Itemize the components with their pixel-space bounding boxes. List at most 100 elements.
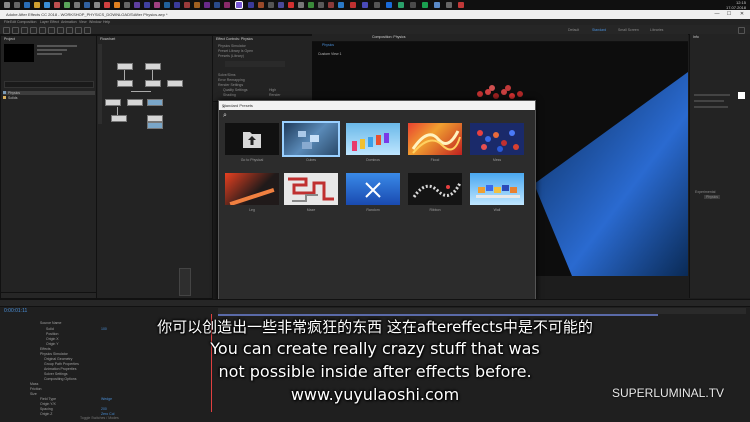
app-icon[interactable]: [44, 2, 50, 8]
task-view-icon[interactable]: [14, 2, 20, 8]
flowchart-node[interactable]: [147, 115, 163, 122]
list-item[interactable]: Physics: [3, 91, 95, 95]
app-icon[interactable]: [248, 2, 254, 8]
preset-thumbnail[interactable]: [225, 173, 279, 205]
app-icon[interactable]: [204, 2, 210, 8]
timeline-footer[interactable]: Toggle Switches / Modes: [80, 416, 230, 420]
search-help-icon[interactable]: [738, 27, 745, 34]
app-icon[interactable]: [164, 2, 170, 8]
zoom-tool-icon[interactable]: [30, 27, 37, 34]
app-icon[interactable]: [74, 2, 80, 8]
right-panel-value[interactable]: Physics: [704, 195, 721, 199]
app-icon[interactable]: [328, 2, 334, 8]
preset-thumbnail[interactable]: [346, 123, 400, 155]
app-icon[interactable]: [84, 2, 90, 8]
app-icon[interactable]: [114, 2, 120, 8]
hand-tool-icon[interactable]: [21, 27, 28, 34]
tab-effect-controls[interactable]: Effect Controls: Physics: [216, 37, 253, 41]
flowchart-node[interactable]: [111, 115, 127, 122]
workspace-standard[interactable]: Standard: [592, 28, 606, 32]
preset-thumbnail[interactable]: [470, 173, 524, 205]
flowchart-node[interactable]: [145, 63, 161, 70]
preset-thumbnail[interactable]: [284, 173, 338, 205]
close-button[interactable]: ✕: [737, 11, 747, 18]
layer-row[interactable]: Spacing: [40, 407, 190, 411]
app-icon[interactable]: [458, 2, 464, 8]
app-icon[interactable]: [350, 2, 356, 8]
property-value[interactable]: 200: [101, 407, 107, 411]
app-icon[interactable]: [214, 2, 220, 8]
preset-thumbnail[interactable]: [408, 123, 462, 155]
app-icon[interactable]: [134, 2, 140, 8]
workspace-default[interactable]: Default: [568, 28, 579, 32]
app-icon[interactable]: [174, 2, 180, 8]
preset-thumbnail[interactable]: [470, 123, 524, 155]
flowchart-node[interactable]: [117, 80, 133, 87]
flowchart-zoom-slider[interactable]: [179, 268, 191, 296]
type-tool-icon[interactable]: [84, 27, 91, 34]
app-icon[interactable]: [422, 2, 428, 8]
app-icon[interactable]: [298, 2, 304, 8]
flowchart-node[interactable]: [167, 80, 183, 87]
app-icon[interactable]: [288, 2, 294, 8]
app-icon[interactable]: [278, 2, 284, 8]
effect-value[interactable]: High: [269, 88, 276, 92]
workspace-libraries[interactable]: Libraries: [650, 28, 663, 32]
app-icon[interactable]: [386, 2, 392, 8]
flowchart-node-selected[interactable]: [147, 122, 163, 129]
effect-value[interactable]: Render: [269, 93, 280, 97]
app-icon[interactable]: [308, 2, 314, 8]
app-icon[interactable]: [268, 2, 274, 8]
app-icon[interactable]: [34, 2, 40, 8]
app-icon[interactable]: [184, 2, 190, 8]
app-icon[interactable]: [24, 2, 30, 8]
maximize-button[interactable]: ☐: [724, 11, 734, 18]
preset-thumbnail[interactable]: [225, 123, 279, 155]
camera-tool-icon[interactable]: [48, 27, 55, 34]
app-icon[interactable]: [54, 2, 60, 8]
pan-tool-icon[interactable]: [57, 27, 64, 34]
tab-info[interactable]: Info: [693, 35, 699, 39]
app-icon[interactable]: [410, 2, 416, 8]
workspace-small-screen[interactable]: Small Screen: [618, 28, 639, 32]
flowchart-node[interactable]: [117, 63, 133, 70]
flowchart-node-selected[interactable]: [147, 99, 163, 106]
app-icon[interactable]: [104, 2, 110, 8]
app-icon[interactable]: [258, 2, 264, 8]
app-icon[interactable]: [434, 2, 440, 8]
app-icon[interactable]: [224, 2, 230, 8]
app-icon[interactable]: [64, 2, 70, 8]
search-icon[interactable]: [4, 2, 10, 8]
close-icon[interactable]: ✕: [222, 103, 532, 110]
app-icon[interactable]: [318, 2, 324, 8]
app-icon[interactable]: [194, 2, 200, 8]
home-tool-icon[interactable]: [3, 27, 10, 34]
app-icon[interactable]: [154, 2, 160, 8]
project-search-input[interactable]: [4, 81, 94, 88]
preset-thumbnail-selected[interactable]: [282, 121, 340, 157]
app-icon[interactable]: [338, 2, 344, 8]
mask-tool-icon[interactable]: [66, 27, 73, 34]
app-icon[interactable]: [144, 2, 150, 8]
preset-thumbnail[interactable]: [408, 173, 462, 205]
app-icon[interactable]: [446, 2, 452, 8]
tab-project[interactable]: Project: [4, 37, 15, 41]
tab-flowchart[interactable]: Flowchart: [100, 37, 115, 41]
flowchart-node[interactable]: [145, 80, 161, 87]
app-icon[interactable]: [124, 2, 130, 8]
app-icon[interactable]: [362, 2, 368, 8]
preset-thumbnail[interactable]: [346, 173, 400, 205]
search-icon[interactable]: ⌕: [223, 112, 227, 120]
pen-tool-icon[interactable]: [75, 27, 82, 34]
app-icon[interactable]: [398, 2, 404, 8]
flowchart-node[interactable]: [105, 99, 121, 106]
rotate-tool-icon[interactable]: [39, 27, 46, 34]
app-icon[interactable]: [374, 2, 380, 8]
selection-tool-icon[interactable]: [12, 27, 19, 34]
app-icon[interactable]: [235, 1, 243, 9]
app-icon[interactable]: [94, 2, 100, 8]
minimize-button[interactable]: —: [712, 11, 722, 18]
flowchart-node[interactable]: [127, 99, 143, 106]
list-item[interactable]: Solids: [3, 96, 95, 100]
timecode[interactable]: 0:00:01:11: [4, 309, 27, 314]
